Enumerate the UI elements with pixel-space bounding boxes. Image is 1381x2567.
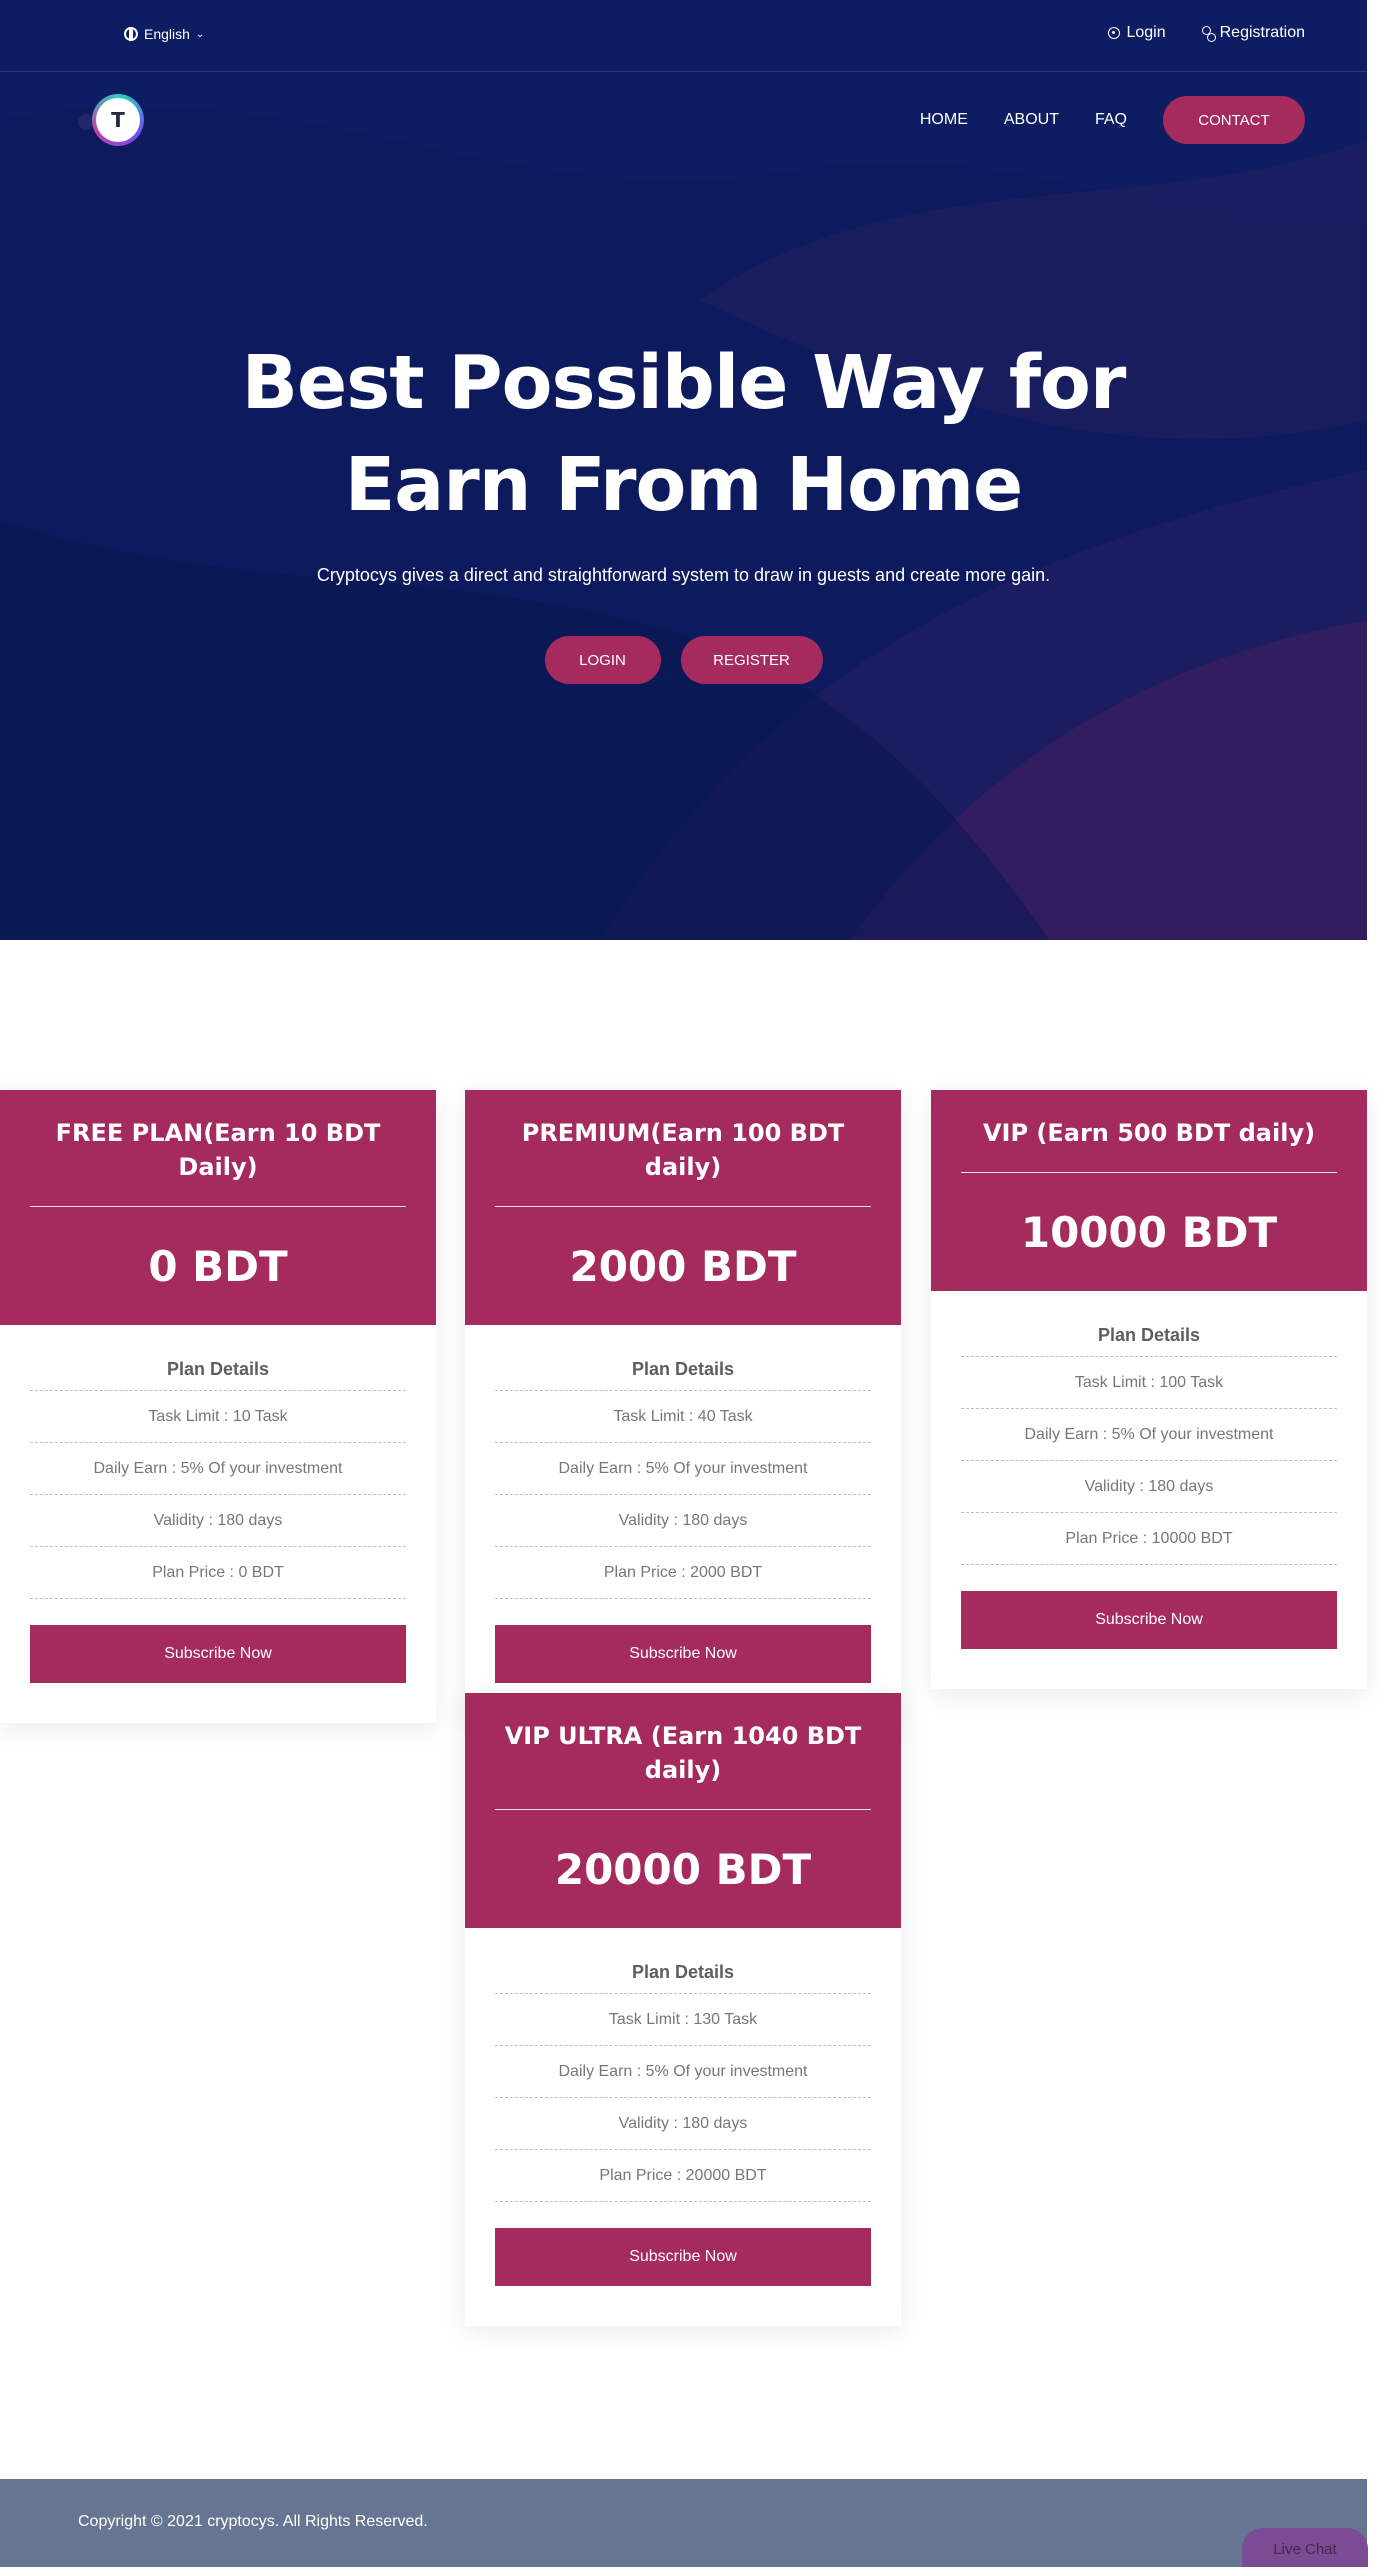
- page: English ⌄ Login Registration T HOME ABOU…: [0, 0, 1381, 2567]
- plan-name: VIP ULTRA (Earn 1040 BDT daily): [495, 1719, 871, 1810]
- plan-validity: Validity : 180 days: [495, 2098, 871, 2150]
- login-link[interactable]: Login: [1108, 24, 1166, 42]
- plan-card-free: FREE PLAN(Earn 10 BDT Daily) 0 BDT Plan …: [0, 1090, 436, 1723]
- logo-mark: T: [96, 98, 140, 142]
- hero-title: Best Possible Way for Earn From Home: [0, 332, 1367, 536]
- subscribe-button[interactable]: Subscribe Now: [961, 1591, 1337, 1649]
- plan-price-row: Plan Price : 20000 BDT: [495, 2150, 871, 2202]
- registration-label: Registration: [1219, 24, 1305, 41]
- plan-body: Plan Details Task Limit : 100 Task Daily…: [931, 1291, 1367, 1689]
- plan-price: 20000 BDT: [554, 1844, 812, 1894]
- plan-details-title: Plan Details: [961, 1325, 1337, 1357]
- live-chat-button[interactable]: Live Chat: [1242, 2528, 1368, 2567]
- plan-body: Plan Details Task Limit : 40 Task Daily …: [465, 1325, 901, 1723]
- plan-details-title: Plan Details: [30, 1359, 406, 1391]
- plan-price: 10000 BDT: [1020, 1207, 1278, 1257]
- site-logo[interactable]: T: [92, 94, 144, 146]
- nav-item-home[interactable]: HOME: [920, 111, 968, 129]
- plan-header: FREE PLAN(Earn 10 BDT Daily) 0 BDT: [0, 1090, 436, 1325]
- subscribe-button[interactable]: Subscribe Now: [30, 1625, 406, 1683]
- account-links: Login Registration: [1108, 24, 1305, 42]
- main-navbar: T HOME ABOUT FAQ CONTACT: [0, 72, 1367, 172]
- top-bar: English ⌄ Login Registration: [0, 0, 1367, 72]
- plan-task-limit: Task Limit : 130 Task: [495, 1994, 871, 2046]
- hero-actions: LOGIN REGISTER: [0, 636, 1367, 684]
- copyright-text: Copyright © 2021 cryptocys. All Rights R…: [78, 2513, 428, 2530]
- registration-link[interactable]: Registration: [1200, 24, 1305, 42]
- plan-validity: Validity : 180 days: [30, 1495, 406, 1547]
- plan-card-premium: PREMIUM(Earn 100 BDT daily) 2000 BDT Pla…: [465, 1090, 901, 1723]
- plan-task-limit: Task Limit : 10 Task: [30, 1391, 406, 1443]
- plan-task-limit: Task Limit : 40 Task: [495, 1391, 871, 1443]
- plan-price-row: Plan Price : 0 BDT: [30, 1547, 406, 1599]
- plan-body: Plan Details Task Limit : 10 Task Daily …: [0, 1325, 436, 1723]
- contact-button[interactable]: CONTACT: [1163, 96, 1305, 144]
- plan-task-limit: Task Limit : 100 Task: [961, 1357, 1337, 1409]
- plan-header: VIP (Earn 500 BDT daily) 10000 BDT: [931, 1090, 1367, 1291]
- login-label: Login: [1126, 24, 1166, 41]
- plan-details-title: Plan Details: [495, 1359, 871, 1391]
- plan-header: VIP ULTRA (Earn 1040 BDT daily) 20000 BD…: [465, 1693, 901, 1928]
- chevron-down-icon: ⌄: [195, 28, 205, 40]
- plan-details-title: Plan Details: [495, 1962, 871, 1994]
- plan-validity: Validity : 180 days: [495, 1495, 871, 1547]
- plan-body: Plan Details Task Limit : 130 Task Daily…: [465, 1928, 901, 2326]
- plan-daily-earn: Daily Earn : 5% Of your investment: [961, 1409, 1337, 1461]
- subscribe-button[interactable]: Subscribe Now: [495, 2228, 871, 2286]
- footer: Copyright © 2021 cryptocys. All Rights R…: [0, 2479, 1367, 2567]
- language-selector[interactable]: English ⌄: [124, 26, 204, 42]
- user-add-icon: [1200, 26, 1216, 42]
- hero-title-line-2: Earn From Home: [344, 442, 1024, 528]
- nav-menu: HOME ABOUT FAQ CONTACT: [920, 96, 1305, 144]
- plan-card-vip-ultra: VIP ULTRA (Earn 1040 BDT daily) 20000 BD…: [465, 1693, 901, 2326]
- plan-validity: Validity : 180 days: [961, 1461, 1337, 1513]
- plan-price: 2000 BDT: [569, 1241, 797, 1291]
- plan-price-row: Plan Price : 2000 BDT: [495, 1547, 871, 1599]
- plan-name: VIP (Earn 500 BDT daily): [961, 1116, 1337, 1173]
- hero-section: English ⌄ Login Registration T HOME ABOU…: [0, 0, 1367, 940]
- language-label: English: [144, 26, 190, 42]
- hero-register-button[interactable]: REGISTER: [680, 636, 823, 684]
- nav-item-faq[interactable]: FAQ: [1095, 111, 1127, 129]
- plan-daily-earn: Daily Earn : 5% Of your investment: [495, 2046, 871, 2098]
- plan-daily-earn: Daily Earn : 5% Of your investment: [30, 1443, 406, 1495]
- login-icon: [1108, 27, 1121, 39]
- plan-price: 0 BDT: [148, 1241, 288, 1291]
- globe-icon: [124, 27, 138, 41]
- plan-price-row: Plan Price : 10000 BDT: [961, 1513, 1337, 1565]
- hero-subtitle: Cryptocys gives a direct and straightfor…: [316, 565, 1051, 585]
- plan-name: PREMIUM(Earn 100 BDT daily): [495, 1116, 871, 1207]
- plan-daily-earn: Daily Earn : 5% Of your investment: [495, 1443, 871, 1495]
- hero-title-line-1: Best Possible Way for: [241, 340, 1127, 426]
- nav-item-about[interactable]: ABOUT: [1004, 111, 1059, 129]
- plan-card-vip: VIP (Earn 500 BDT daily) 10000 BDT Plan …: [931, 1090, 1367, 1689]
- plan-header: PREMIUM(Earn 100 BDT daily) 2000 BDT: [465, 1090, 901, 1325]
- hero-login-button[interactable]: LOGIN: [544, 636, 661, 684]
- subscribe-button[interactable]: Subscribe Now: [495, 1625, 871, 1683]
- plan-name: FREE PLAN(Earn 10 BDT Daily): [30, 1116, 406, 1207]
